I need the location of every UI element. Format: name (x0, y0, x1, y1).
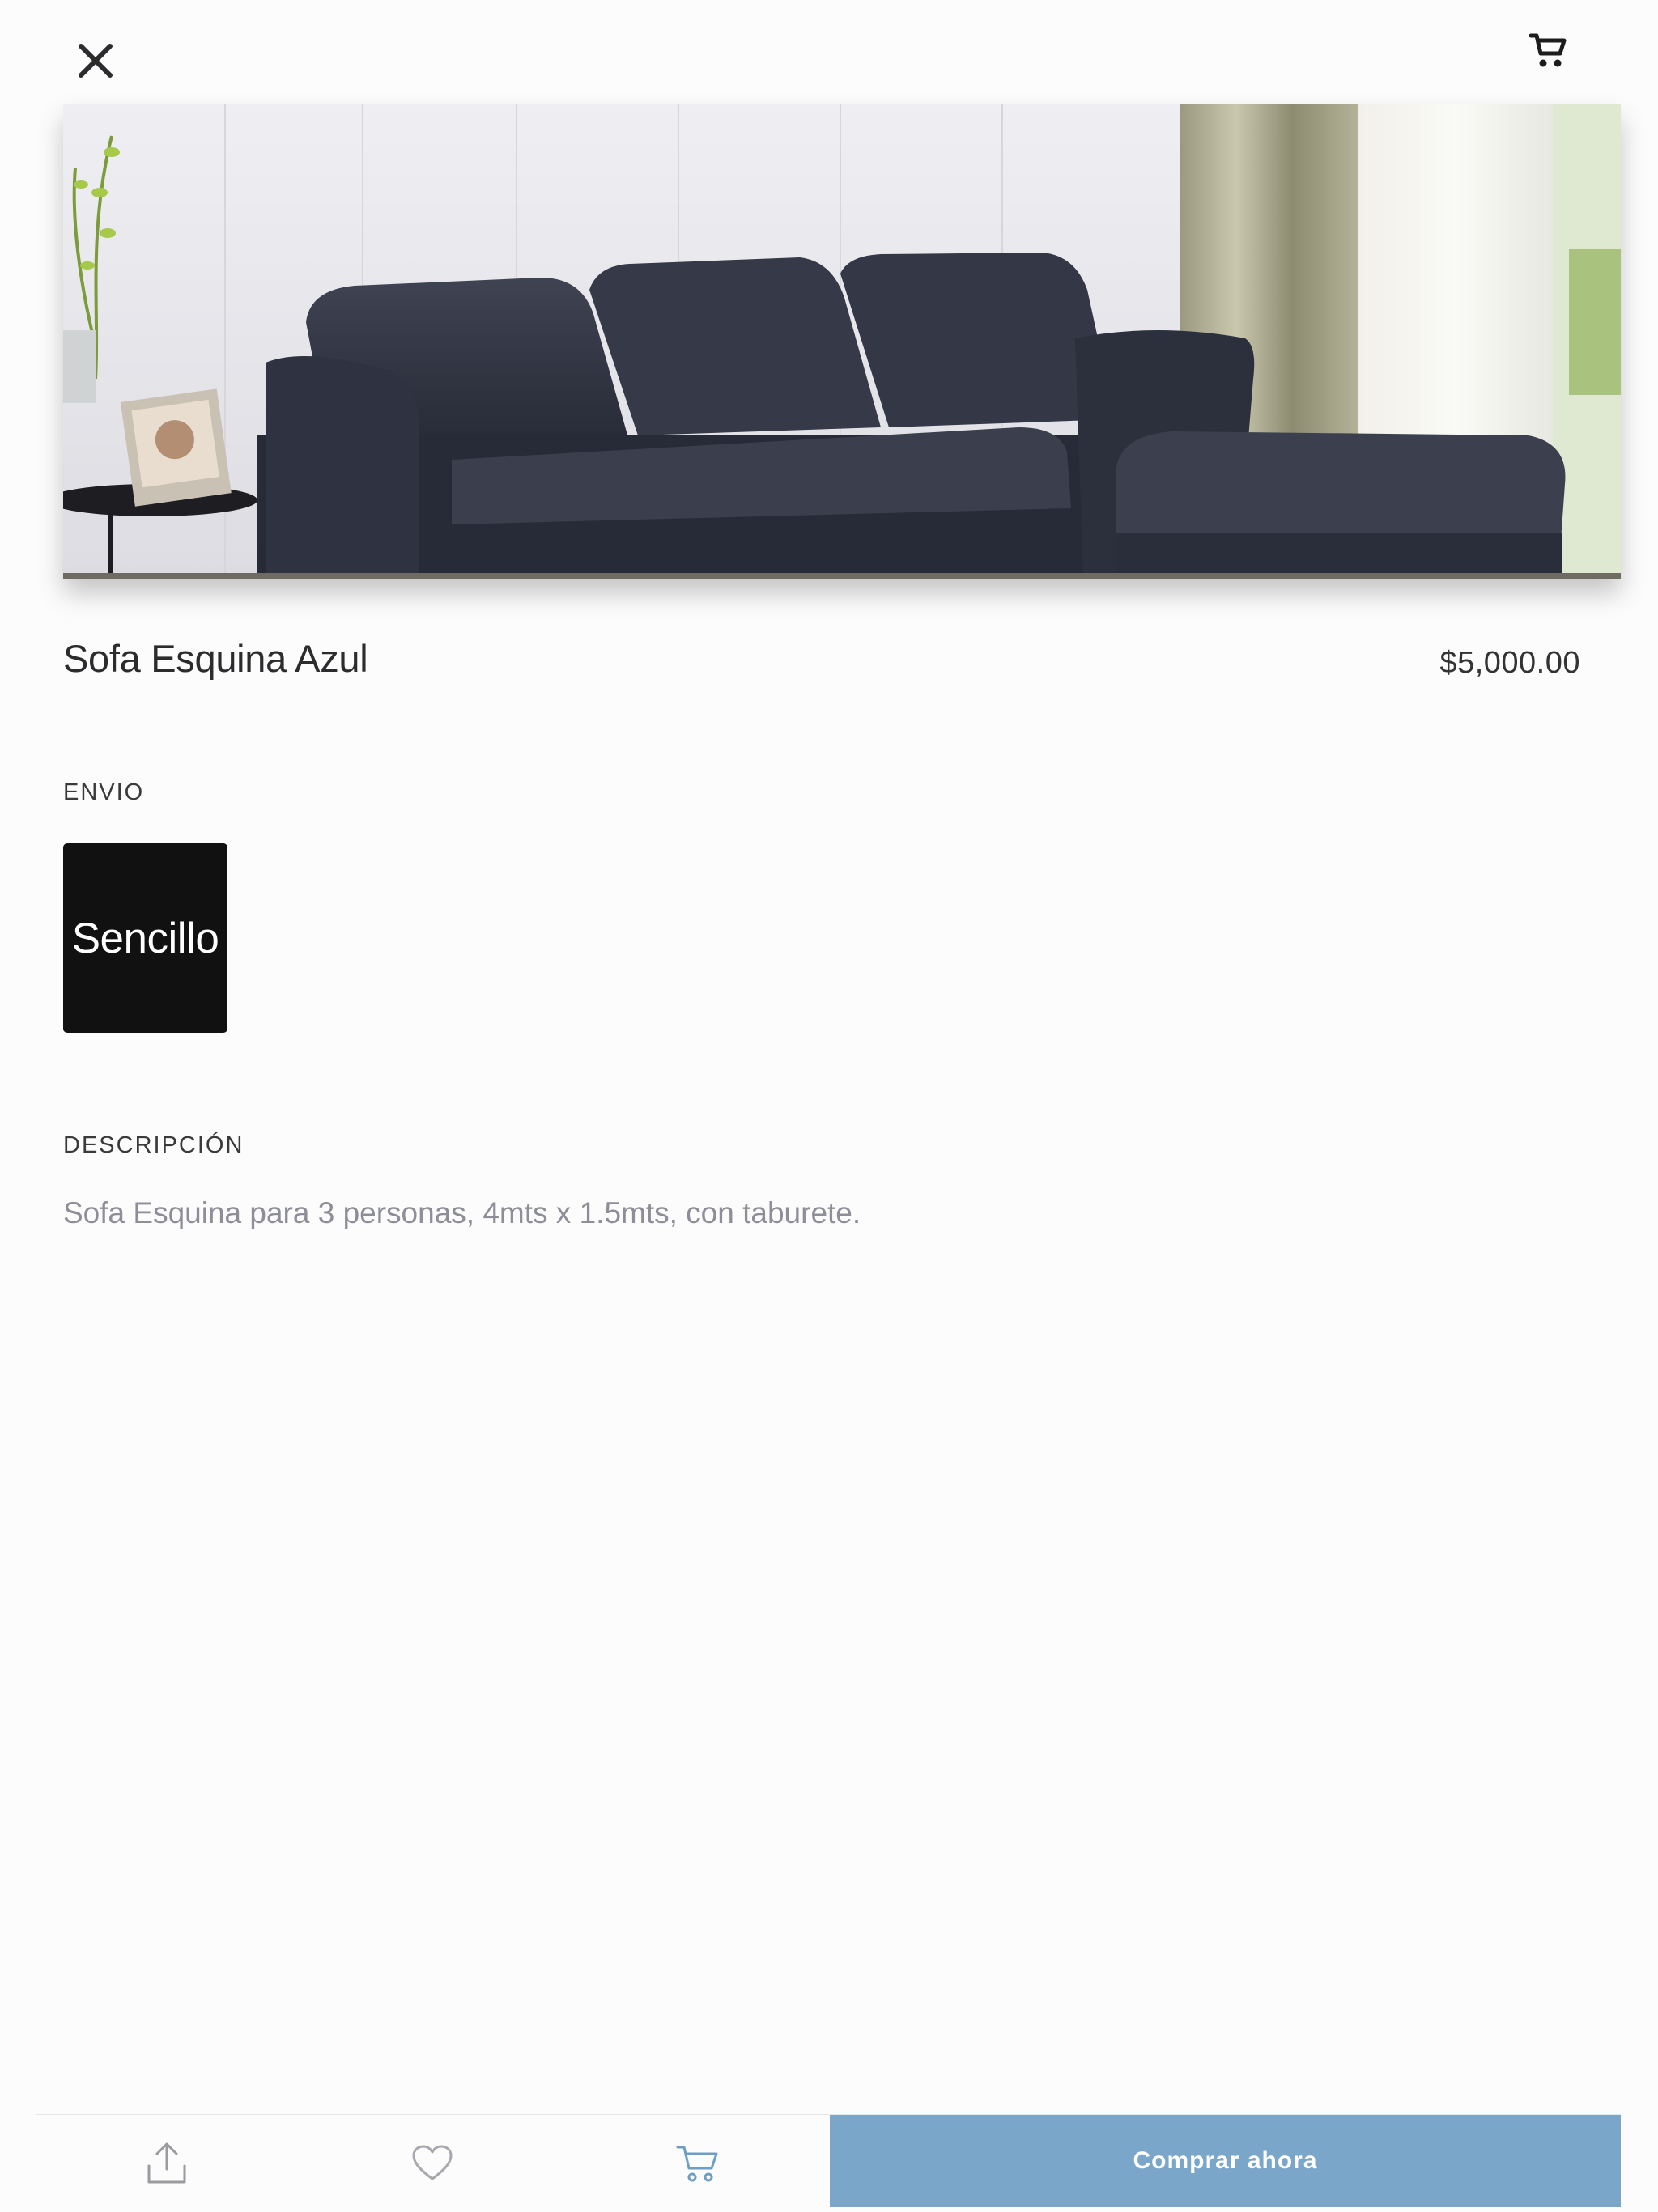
close-icon (79, 44, 113, 78)
close-button[interactable] (64, 29, 127, 92)
add-to-cart-button[interactable] (649, 2115, 746, 2212)
share-button[interactable] (118, 2115, 215, 2212)
sofa-illustration (63, 104, 1621, 579)
cart-icon (676, 2146, 718, 2182)
description-text: Sofa Esquina para 3 personas, 4mts x 1.5… (63, 1196, 861, 1229)
product-title: Sofa Esquina Azul (63, 637, 368, 680)
share-icon (147, 2142, 186, 2184)
cart-icon (1529, 33, 1567, 67)
heart-icon (412, 2145, 453, 2180)
shipping-option-label: Sencillo (71, 914, 219, 962)
shipping-option-sencillo[interactable]: Sencillo (63, 843, 227, 1033)
product-image (63, 104, 1621, 579)
description-label: DESCRIPCIÓN (63, 1132, 244, 1158)
favorite-button[interactable] (384, 2115, 481, 2212)
cart-button[interactable] (1522, 24, 1575, 78)
buy-now-button[interactable]: Comprar ahora (830, 2115, 1621, 2207)
shipping-label: ENVIO (63, 779, 145, 805)
product-price: $5,000.00 (1439, 646, 1580, 680)
